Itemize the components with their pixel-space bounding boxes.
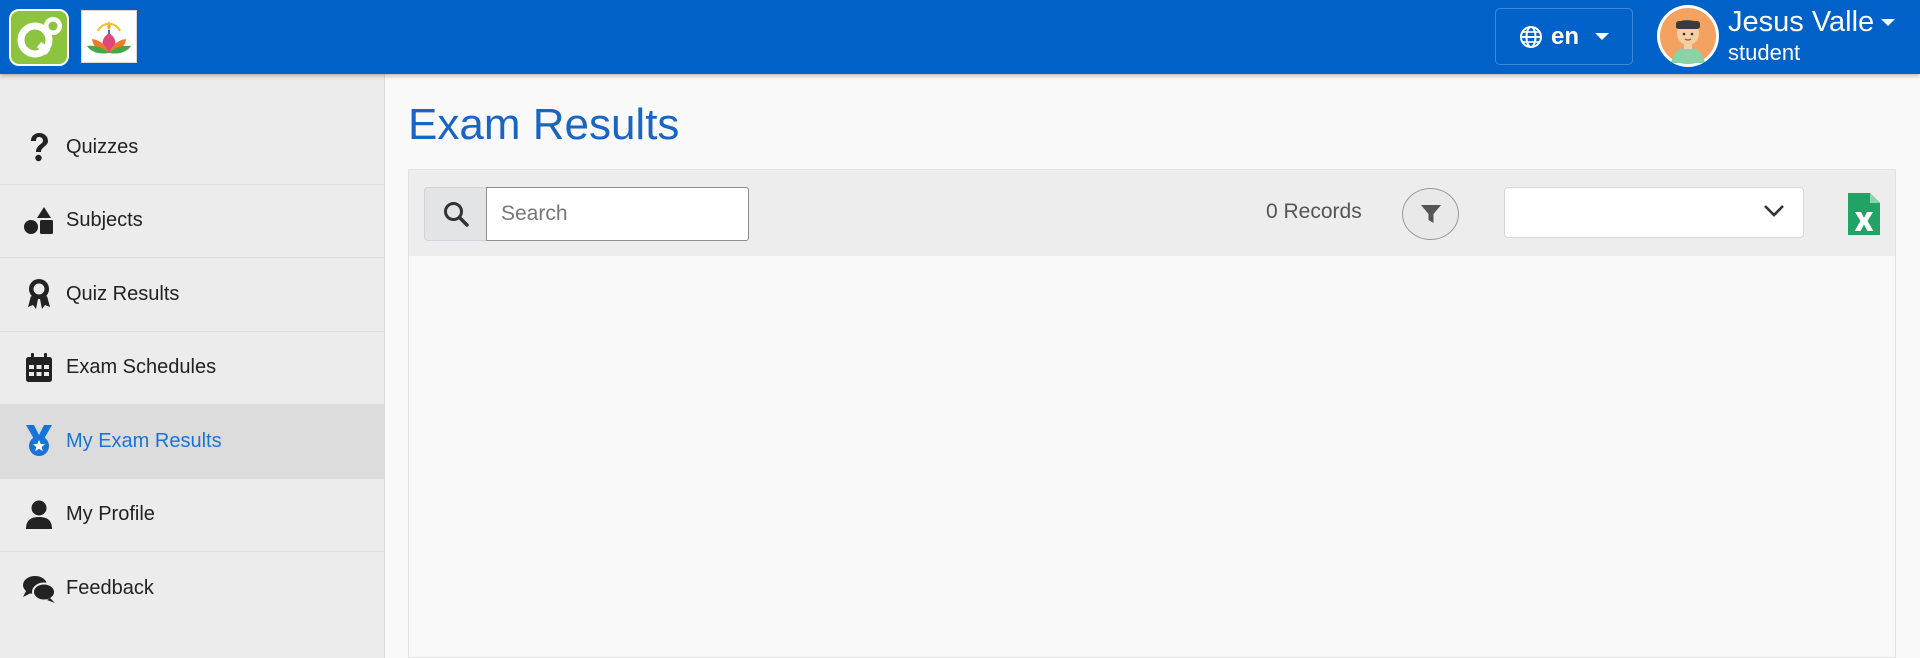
filter-icon <box>1420 205 1441 223</box>
results-panel: 0 Records <box>408 169 1896 658</box>
page-title: Exam Results <box>408 100 680 149</box>
language-code: en <box>1550 22 1579 50</box>
app-logo[interactable] <box>9 9 69 66</box>
user-avatar[interactable] <box>1657 5 1719 67</box>
shapes-icon <box>22 204 56 238</box>
sidebar-item-quizzes[interactable]: Quizzes <box>0 111 385 185</box>
sidebar-item-label: Exam Schedules <box>66 356 217 379</box>
search-icon <box>443 202 469 227</box>
search-button[interactable] <box>424 187 486 241</box>
records-count: 0 Records <box>1266 200 1362 223</box>
sidebar-item-label: My Profile <box>66 503 155 526</box>
organization-logo[interactable] <box>81 10 137 63</box>
user-name[interactable]: Jesus Valle <box>1728 6 1874 39</box>
user-icon <box>22 498 56 532</box>
sidebar-item-label: Quizzes <box>66 135 139 158</box>
sidebar-menu: Quizzes Subjects Quiz Results Exam Sched… <box>0 111 385 626</box>
app-logo-icon <box>17 17 62 58</box>
sidebar-item-subjects[interactable]: Subjects <box>0 185 385 258</box>
user-role: student <box>1728 40 1801 65</box>
sidebar-item-label: Subjects <box>66 209 143 232</box>
award-icon <box>22 277 56 311</box>
excel-file-icon <box>1848 193 1880 235</box>
question-icon <box>22 130 56 164</box>
sidebar-item-exam-schedules[interactable]: Exam Schedules <box>0 332 385 405</box>
search-input[interactable] <box>486 187 749 241</box>
results-toolbar: 0 Records <box>409 170 1895 256</box>
user-menu-caret-icon[interactable] <box>1880 18 1896 28</box>
sidebar-item-label: Quiz Results <box>66 282 180 305</box>
export-excel-button[interactable] <box>1846 191 1882 237</box>
calendar-icon <box>22 351 56 385</box>
globe-icon <box>1519 25 1542 48</box>
avatar-icon <box>1660 8 1716 64</box>
sidebar: Quizzes Subjects Quiz Results Exam Sched… <box>0 74 385 658</box>
sidebar-item-feedback[interactable]: Feedback <box>0 552 385 626</box>
results-select[interactable] <box>1504 187 1804 238</box>
top-navbar: en Jesus Valle student <box>0 0 1920 74</box>
language-selector[interactable]: en <box>1495 8 1633 65</box>
caret-down-icon <box>1595 33 1609 40</box>
sidebar-item-quiz-results[interactable]: Quiz Results <box>0 258 385 332</box>
sidebar-item-my-exam-results[interactable]: My Exam Results <box>0 405 385 479</box>
comments-icon <box>22 572 56 606</box>
chevron-down-icon <box>1764 205 1784 217</box>
lotus-logo-icon <box>87 21 131 54</box>
medal-icon <box>22 424 56 458</box>
sidebar-item-my-profile[interactable]: My Profile <box>0 479 385 552</box>
sidebar-item-label: Feedback <box>66 577 154 600</box>
filter-button[interactable] <box>1402 188 1459 240</box>
sidebar-item-label: My Exam Results <box>66 429 222 452</box>
